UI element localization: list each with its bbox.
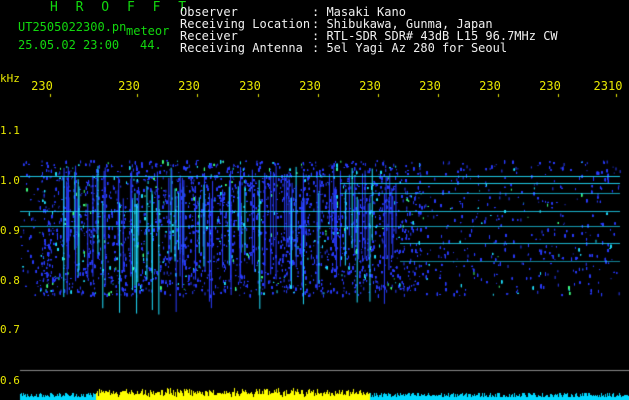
spectrogram-canvas xyxy=(0,0,629,400)
antenna-value: : 5el Yagi Az 280 for Seoul xyxy=(312,41,508,55)
file-type-label: meteor xyxy=(126,24,170,38)
x-tick-label: 230 xyxy=(419,79,441,93)
date-time: 25.05.02 23:00 xyxy=(18,38,120,52)
y-tick-label: 0.9 xyxy=(0,224,20,237)
x-tick-label: 230 xyxy=(539,79,561,93)
app-title: H R O F F T xyxy=(50,0,192,15)
y-tick-label: 0.7 xyxy=(0,323,20,336)
x-tick-label: 230 xyxy=(118,79,140,93)
x-tick-label: 230 xyxy=(31,79,53,93)
y-tick-label: 0.8 xyxy=(0,274,20,287)
x-tick-label: 230 xyxy=(178,79,200,93)
x-tick-label: 230 xyxy=(359,79,381,93)
y-tick-label: 0.6 xyxy=(0,374,20,387)
y-unit-label: kHz xyxy=(0,72,20,85)
x-tick-label: 230 xyxy=(239,79,261,93)
date-sub-value: 44. xyxy=(140,38,162,52)
file-name: UT2505022300.pn xyxy=(18,20,127,34)
x-tick-label: 230 xyxy=(299,79,321,93)
x-tick-label: 230 xyxy=(479,79,501,93)
antenna-label: Receiving Antenna xyxy=(180,41,303,55)
x-tick-label: 2310 xyxy=(593,79,623,93)
y-tick-label: 1.0 xyxy=(0,174,20,187)
y-tick-label: 1.1 xyxy=(0,124,20,137)
